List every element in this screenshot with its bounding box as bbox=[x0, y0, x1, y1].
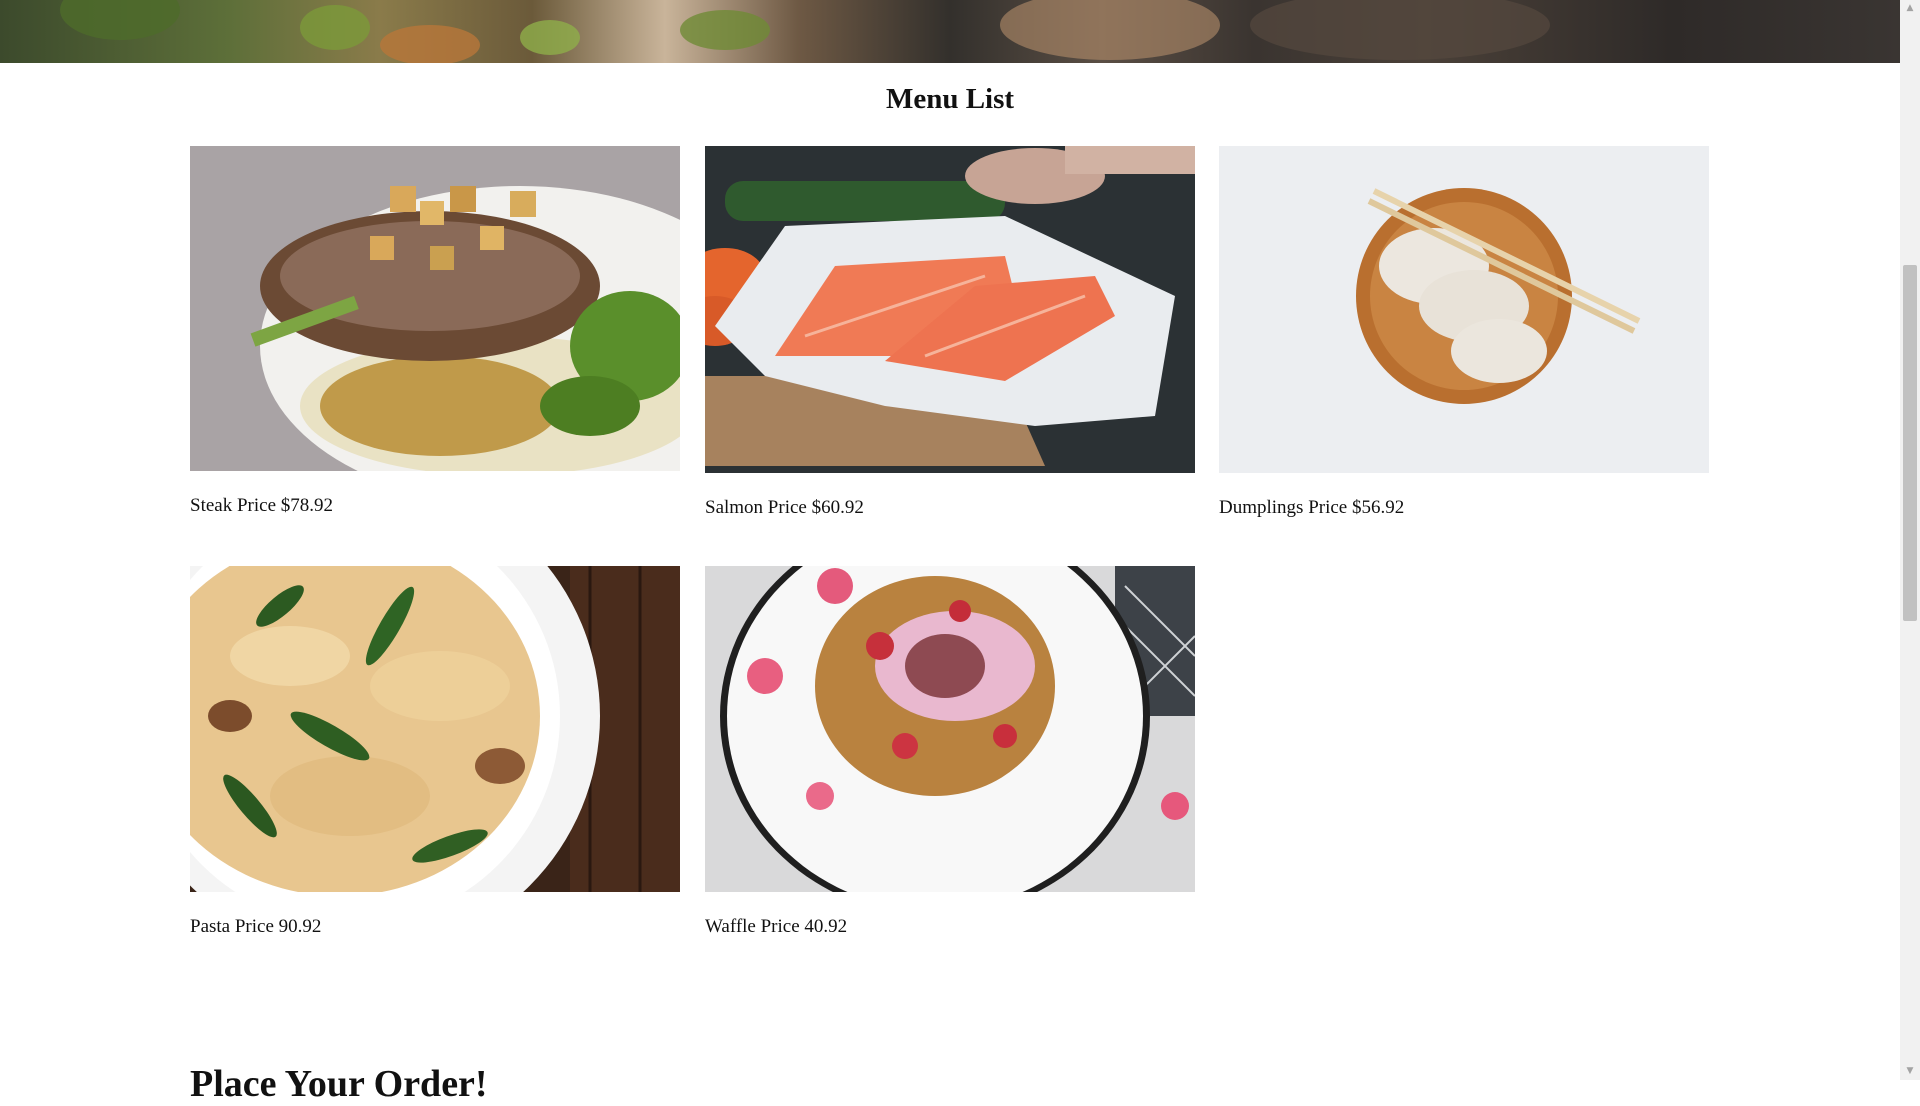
place-order-heading: Place Your Order! bbox=[190, 1063, 488, 1105]
vertical-scrollbar[interactable]: ▲ ▼ bbox=[1900, 0, 1920, 1080]
hero-banner-image bbox=[0, 0, 1900, 63]
waffle-image bbox=[705, 566, 1195, 892]
scrollbar-thumb[interactable] bbox=[1903, 265, 1917, 621]
menu-item-caption: Salmon Price $60.92 bbox=[705, 497, 864, 518]
steak-image bbox=[190, 146, 680, 471]
menu-list-title: Menu List bbox=[885, 83, 1015, 115]
dumplings-photo bbox=[1219, 146, 1709, 473]
triangle-down-icon[interactable]: ▼ bbox=[1900, 1063, 1920, 1080]
menu-item-card-salmon: Salmon Price $60.92 bbox=[705, 146, 1195, 526]
menu-item-card-dumplings: Dumplings Price $56.92 bbox=[1219, 146, 1709, 526]
dumplings-image bbox=[1219, 146, 1709, 473]
menu-item-caption: Pasta Price 90.92 bbox=[190, 916, 322, 937]
salmon-image bbox=[705, 146, 1195, 473]
pasta-image bbox=[190, 566, 680, 892]
steak-photo bbox=[190, 146, 680, 471]
menu-item-card-waffle: Waffle Price 40.92 bbox=[705, 566, 1195, 946]
menu-item-caption: Steak Price $78.92 bbox=[190, 495, 334, 516]
salmon-photo bbox=[705, 146, 1195, 473]
menu-item-caption: Dumplings Price $56.92 bbox=[1219, 497, 1405, 518]
triangle-up-icon[interactable]: ▲ bbox=[1900, 0, 1920, 17]
waffle-photo bbox=[705, 566, 1195, 892]
menu-item-caption: Waffle Price 40.92 bbox=[705, 916, 848, 937]
pasta-photo bbox=[190, 566, 680, 892]
menu-item-card-steak: Steak Price $78.92 bbox=[190, 146, 680, 526]
menu-item-card-pasta: Pasta Price 90.92 bbox=[190, 566, 680, 946]
